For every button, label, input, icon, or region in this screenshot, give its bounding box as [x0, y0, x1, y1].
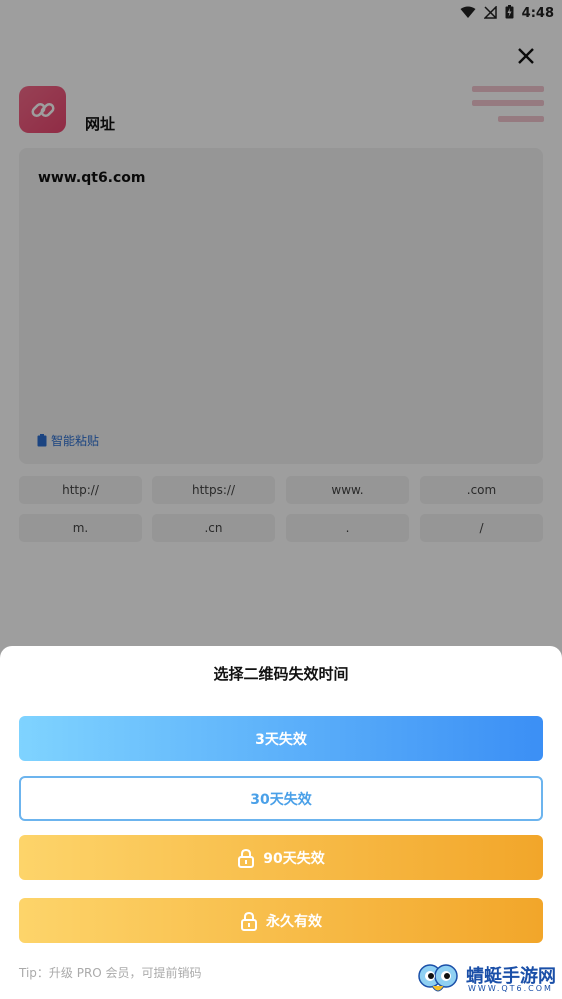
option-3-days[interactable]: 3天失效: [19, 716, 543, 761]
option-30-days[interactable]: 30天失效: [19, 776, 543, 821]
pro-tip: Tip：升级 PRO 会员，可提前销码: [19, 966, 202, 980]
option-3-days-label: 3天失效: [255, 731, 307, 748]
sheet-title: 选择二维码失效时间: [213, 665, 349, 683]
option-permanent-label: 永久有效: [266, 913, 322, 930]
option-30-days-label: 30天失效: [250, 791, 312, 808]
screen: 4:48 网址 www.qt6.com 智能粘贴 http:// https:/…: [0, 0, 562, 999]
option-permanent[interactable]: 永久有效: [19, 898, 543, 943]
option-90-days-label: 90天失效: [263, 850, 325, 867]
site-watermark: 蜻蜓手游网 WWW.QT6.COM: [416, 962, 558, 996]
lock-icon: [238, 848, 255, 868]
expiry-bottom-sheet: 选择二维码失效时间 3天失效 30天失效 90天失效 永久有效 Tip：升级 P…: [0, 646, 562, 999]
lock-icon: [241, 911, 257, 931]
option-90-days[interactable]: 90天失效: [19, 835, 543, 880]
dragonfly-logo-icon: [418, 964, 458, 992]
watermark-subtext: WWW.QT6.COM: [468, 984, 553, 993]
